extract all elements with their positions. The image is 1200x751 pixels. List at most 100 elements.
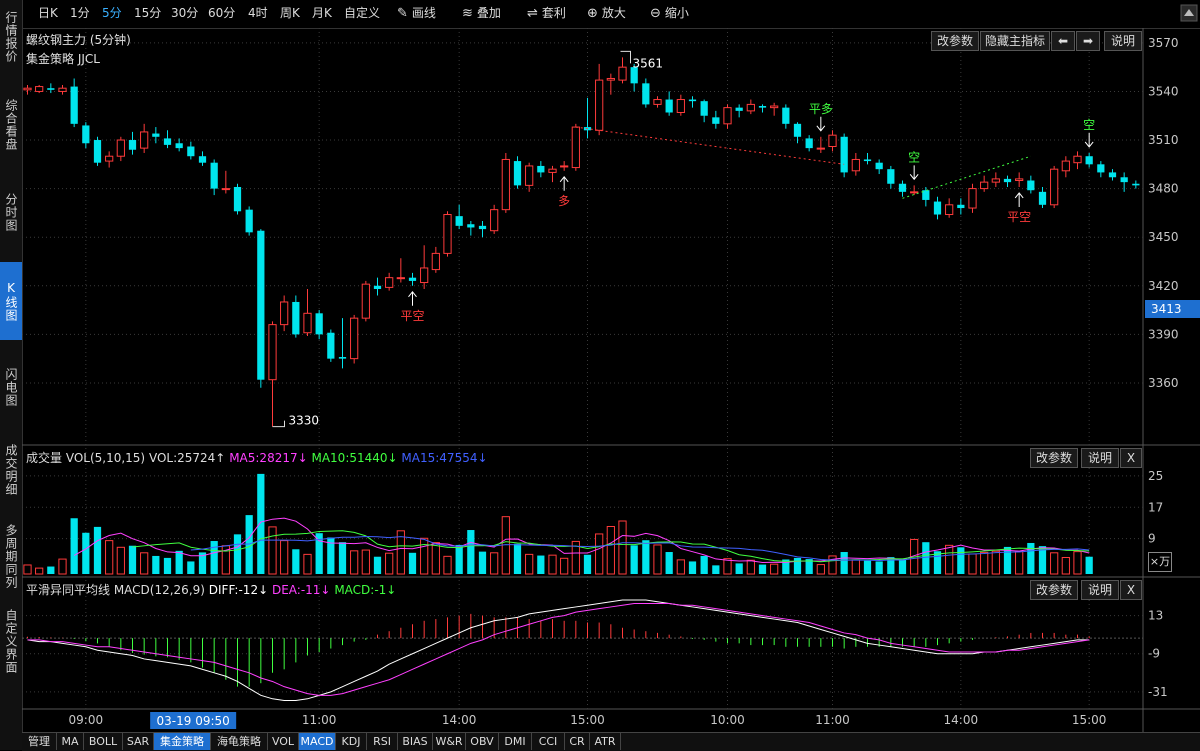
volume-bar bbox=[770, 563, 779, 575]
triangle-up-icon bbox=[1180, 4, 1198, 22]
period-5[interactable]: 60分 bbox=[208, 5, 235, 22]
chart-area: 3570 3540 3510 3480 3450 3420 3390 3360 25 17 9 13 -… bbox=[22, 28, 1200, 732]
volume-bar bbox=[746, 559, 755, 575]
candle-body bbox=[910, 191, 919, 194]
period-3[interactable]: 15分 bbox=[134, 5, 161, 22]
period-7[interactable]: 周K bbox=[280, 5, 300, 22]
price-tick-label: 3540 bbox=[1148, 84, 1179, 98]
volume-bar bbox=[47, 566, 55, 574]
candle-body bbox=[1061, 160, 1070, 172]
candle-body bbox=[571, 126, 580, 169]
indicator-tab-0[interactable]: 管理 bbox=[22, 733, 57, 750]
candle-body bbox=[478, 225, 487, 230]
vol-help-button[interactable]: 说明 bbox=[1081, 448, 1119, 468]
indicator-tab-8[interactable]: KDJ bbox=[336, 733, 367, 750]
candle-body bbox=[187, 146, 195, 157]
macd-label: 平滑异同平均线 MACD(12,26,9) bbox=[26, 583, 205, 597]
vol-label: 成交量 VOL(5,10,15) bbox=[26, 451, 146, 465]
candle-body bbox=[851, 158, 860, 172]
volume-bar bbox=[233, 534, 242, 574]
main-help-button[interactable]: 说明 bbox=[1104, 31, 1142, 51]
period-0[interactable]: 日K bbox=[38, 5, 58, 22]
indicator-tab-6[interactable]: VOL bbox=[268, 733, 299, 750]
sidebar-item-0[interactable]: 行情报价 bbox=[0, 6, 22, 68]
volume-bar bbox=[163, 557, 172, 574]
vol-close-button[interactable]: X bbox=[1120, 448, 1142, 468]
indicator-tab-11[interactable]: W&R bbox=[433, 733, 466, 750]
prev-arrow-button[interactable]: ⬅ bbox=[1051, 31, 1075, 51]
sidebar-item-3[interactable]: K线图 bbox=[0, 262, 22, 340]
period-6[interactable]: 4时 bbox=[248, 5, 268, 22]
tool-2[interactable]: ⇌ 套利 bbox=[527, 5, 566, 22]
period-4[interactable]: 30分 bbox=[171, 5, 198, 22]
period-1[interactable]: 1分 bbox=[70, 5, 90, 22]
indicator-tab-2[interactable]: BOLL bbox=[84, 733, 123, 750]
volume-bar bbox=[350, 550, 359, 575]
volume-bar bbox=[665, 552, 673, 574]
kline-chart[interactable]: 3570 3540 3510 3480 3450 3420 3390 3360 25 17 9 13 -… bbox=[22, 28, 1200, 732]
volume-bar bbox=[758, 564, 767, 574]
indicator-tab-9[interactable]: RSI bbox=[367, 733, 398, 750]
tool-4[interactable]: ⊖ 缩小 bbox=[650, 5, 689, 22]
scroll-up-icon[interactable] bbox=[1178, 0, 1200, 28]
tool-label: 套利 bbox=[541, 6, 566, 20]
candle-body bbox=[1015, 178, 1024, 182]
indicator-tab-13[interactable]: DMI bbox=[499, 733, 532, 750]
sidebar-item-1[interactable]: 综合看盘 bbox=[0, 95, 22, 155]
vol-ma10: MA10:51440↓ bbox=[311, 451, 398, 465]
indicator-tab-1[interactable]: MA bbox=[57, 733, 84, 750]
sidebar-item-4[interactable]: 闪电图 bbox=[0, 360, 22, 415]
volume-bar bbox=[478, 551, 487, 574]
candle-body bbox=[513, 161, 522, 186]
next-arrow-button[interactable]: ➡ bbox=[1076, 31, 1100, 51]
sidebar-item-2[interactable]: 分时图 bbox=[0, 185, 22, 240]
volume-bar bbox=[548, 554, 557, 575]
macd-help-button[interactable]: 说明 bbox=[1081, 580, 1119, 600]
sidebar-item-5[interactable]: 成交明细 bbox=[0, 440, 22, 500]
indicator-tab-bar: 管理 MA BOLL SAR 集金策略 海龟策略 VOL MACD KDJ RSI BIAS W&R O… bbox=[22, 732, 1200, 751]
candle-body bbox=[758, 106, 767, 108]
tool-1[interactable]: ≋ 叠加 bbox=[462, 5, 501, 22]
volume-bar bbox=[82, 532, 90, 574]
macd-close-button[interactable]: X bbox=[1120, 580, 1142, 600]
trendline-down bbox=[575, 126, 845, 165]
candle-body bbox=[116, 139, 125, 157]
hide-main-indicator-button[interactable]: 隐藏主指标 bbox=[980, 31, 1050, 51]
candle-body bbox=[82, 125, 90, 144]
edit-params-button[interactable]: 改参数 bbox=[931, 31, 979, 51]
candle-body bbox=[257, 230, 265, 380]
indicator-tab-4[interactable]: 集金策略 bbox=[154, 733, 211, 750]
indicator-tab-12[interactable]: OBV bbox=[466, 733, 499, 750]
candle-body bbox=[163, 138, 172, 145]
tool-0[interactable]: ✎ 画线 bbox=[397, 5, 436, 22]
sidebar-item-6[interactable]: 多周期同列 bbox=[0, 520, 22, 592]
candle-body bbox=[467, 224, 475, 228]
volume-bar bbox=[513, 543, 522, 574]
vol-edit-params-button[interactable]: 改参数 bbox=[1030, 448, 1078, 468]
period-9[interactable]: 自定义 bbox=[344, 5, 380, 22]
vol-tick-label: 9 bbox=[1148, 532, 1156, 546]
indicator-tab-3[interactable]: SAR bbox=[123, 733, 154, 750]
indicator-tab-7[interactable]: MACD bbox=[299, 733, 336, 750]
volume-bar bbox=[431, 542, 440, 575]
volume-bar bbox=[630, 545, 638, 574]
current-price-tag: 3413 bbox=[1145, 300, 1200, 318]
sidebar-item-7[interactable]: 自定义界面 bbox=[0, 605, 22, 677]
candle-body bbox=[70, 86, 78, 124]
price-tick-label: 3480 bbox=[1148, 182, 1179, 196]
indicator-tab-5[interactable]: 海龟策略 bbox=[211, 733, 268, 750]
vol-unit-label: ×万 bbox=[1148, 552, 1172, 572]
candle-body bbox=[327, 332, 335, 359]
indicator-tab-14[interactable]: CCI bbox=[532, 733, 565, 750]
period-2[interactable]: 5分 bbox=[102, 5, 122, 22]
tool-3[interactable]: ⊕ 放大 bbox=[587, 5, 626, 22]
candle-body bbox=[373, 285, 382, 290]
macd-edit-params-button[interactable]: 改参数 bbox=[1030, 580, 1078, 600]
indicator-tab-10[interactable]: BIAS bbox=[398, 733, 433, 750]
indicator-tab-16[interactable]: ATR bbox=[590, 733, 621, 750]
period-8[interactable]: 月K bbox=[312, 5, 332, 22]
indicator-tab-15[interactable]: CR bbox=[565, 733, 590, 750]
volume-bar bbox=[152, 555, 160, 574]
candle-body bbox=[221, 188, 230, 191]
volume-bar bbox=[793, 557, 802, 574]
